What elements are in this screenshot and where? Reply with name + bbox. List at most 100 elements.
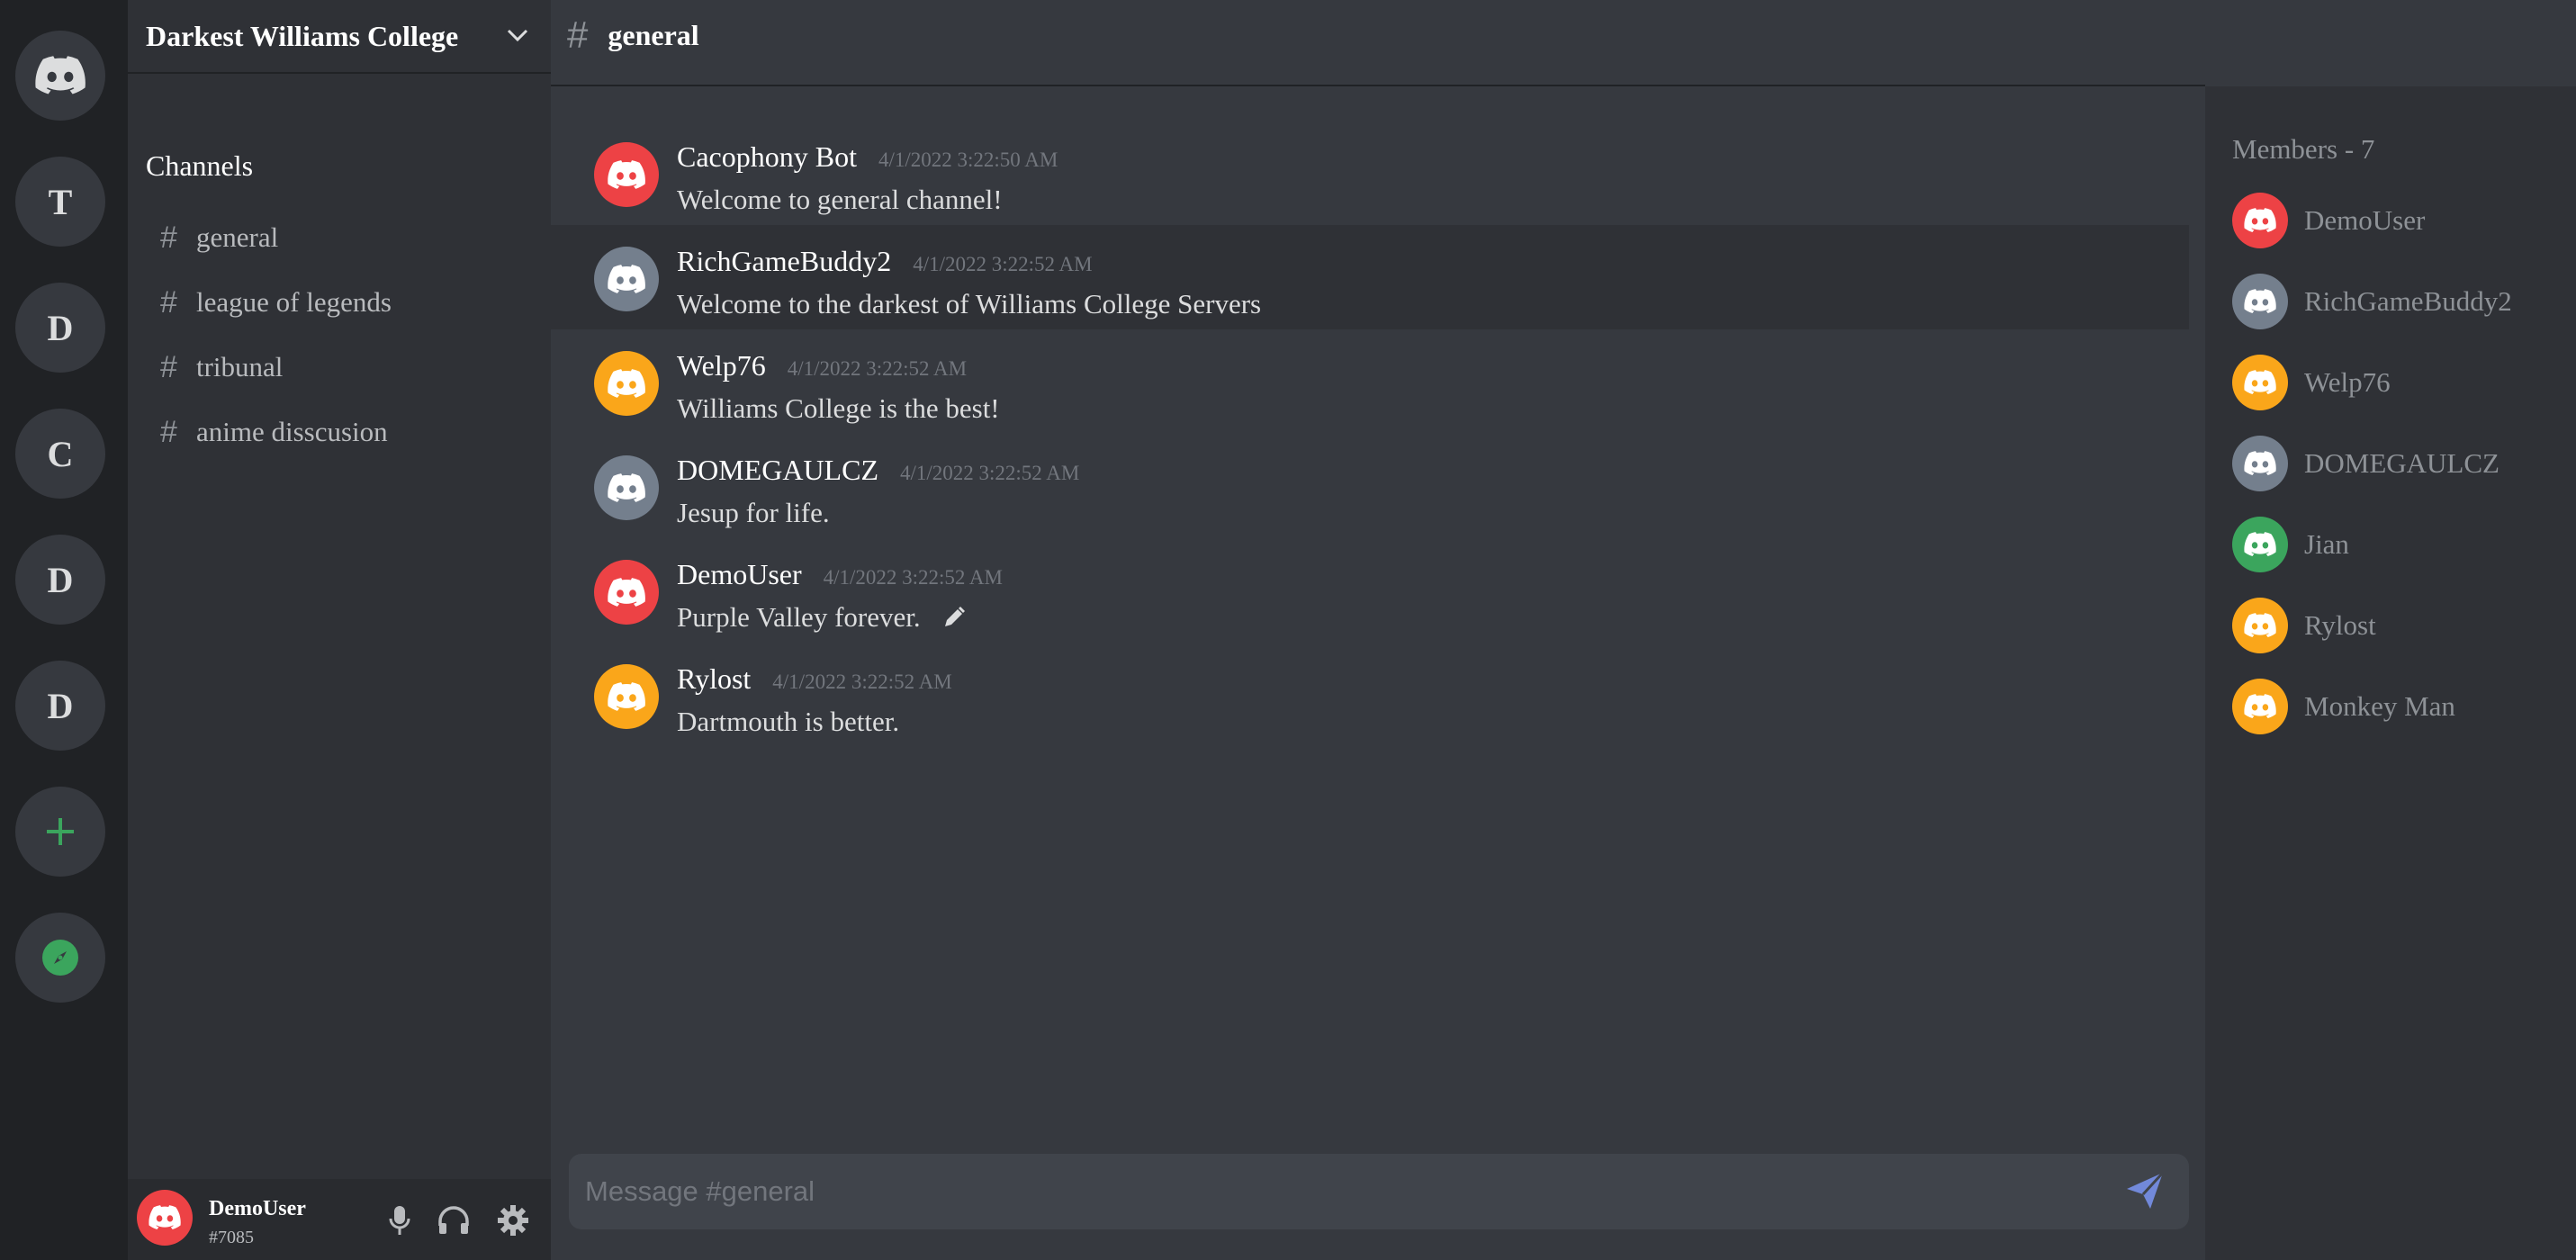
message-input[interactable] — [569, 1175, 2099, 1208]
server-letter: T — [48, 181, 73, 222]
member-name: Monkey Man — [2304, 690, 2455, 722]
message-row[interactable]: DemoUser 4/1/2022 3:22:52 AM Purple Valley… — [551, 538, 2189, 643]
microphone-icon — [389, 1205, 410, 1240]
message-header: DemoUser 4/1/2022 3:22:52 AM — [677, 558, 1003, 591]
plus-icon — [45, 816, 76, 847]
avatar[interactable] — [594, 351, 659, 416]
avatar — [2232, 193, 2288, 248]
member-item[interactable]: DOMEGAULCZ — [2232, 436, 2499, 491]
hash-icon: # — [160, 349, 177, 384]
message-text: Welcome to the darkest of Williams Colle… — [677, 288, 1262, 320]
member-name: RichGameBuddy2 — [2304, 285, 2512, 317]
avatar — [2232, 517, 2288, 572]
message-body: Purple Valley forever. — [677, 601, 966, 634]
message-text: Welcome to general channel! — [677, 184, 1003, 215]
message-author[interactable]: Cacophony Bot — [677, 140, 857, 174]
member-item[interactable]: DemoUser — [2232, 193, 2425, 248]
message-row[interactable]: Rylost 4/1/2022 3:22:52 AM Dartmouth is be… — [551, 643, 2189, 747]
member-name: Rylost — [2304, 609, 2376, 641]
member-name: DOMEGAULCZ — [2304, 447, 2499, 479]
add-server-button[interactable] — [15, 787, 105, 877]
hash-icon: # — [567, 14, 589, 56]
server-rail: T D C D D — [0, 0, 128, 1260]
compass-icon — [41, 939, 79, 976]
member-item[interactable]: Monkey Man — [2232, 679, 2455, 734]
message-author[interactable]: DOMEGAULCZ — [677, 454, 878, 487]
server-letter: D — [47, 307, 74, 348]
avatar[interactable] — [594, 664, 659, 729]
channel-label: anime disscusion — [196, 416, 388, 447]
message-timestamp: 4/1/2022 3:22:52 AM — [787, 357, 968, 380]
chat-area: # general Cacophony Bot 4/1/2022 3:22:50 … — [551, 0, 2205, 1260]
avatar[interactable] — [594, 142, 659, 207]
server-icon-2[interactable]: D — [15, 283, 105, 373]
channel-label: general — [196, 221, 279, 253]
gear-icon — [498, 1204, 528, 1240]
message-author[interactable]: Welp76 — [677, 349, 766, 382]
message-row[interactable]: Cacophony Bot 4/1/2022 3:22:50 AM Welcome … — [551, 121, 2189, 225]
headphones-icon — [437, 1205, 470, 1239]
hash-icon: # — [160, 284, 177, 320]
send-button[interactable] — [2124, 1171, 2166, 1215]
member-item[interactable]: RichGameBuddy2 — [2232, 274, 2512, 329]
message-body: Williams College is the best! — [677, 392, 1000, 425]
message-text: Jesup for life. — [677, 497, 830, 528]
message-composer — [569, 1154, 2189, 1229]
message-author[interactable]: Rylost — [677, 662, 751, 696]
avatar[interactable] — [137, 1190, 193, 1246]
member-name: Jian — [2304, 528, 2349, 560]
message-row[interactable]: Welp76 4/1/2022 3:22:52 AM Williams Colleg… — [551, 329, 2189, 434]
message-body: Welcome to general channel! — [677, 184, 1003, 216]
message-body: Welcome to the darkest of Williams Colle… — [677, 288, 1261, 320]
settings-button[interactable] — [495, 1204, 531, 1240]
channel-title: general — [608, 18, 699, 51]
avatar — [2232, 355, 2288, 410]
member-item[interactable]: Jian — [2232, 517, 2349, 572]
user-panel: DemoUser #7085 — [128, 1179, 551, 1260]
avatar — [2232, 679, 2288, 734]
server-letter: D — [47, 685, 74, 726]
channel-label: league of legends — [196, 286, 392, 318]
message-text: Dartmouth is better. — [677, 706, 900, 737]
message-body: Dartmouth is better. — [677, 706, 899, 738]
avatar — [2232, 436, 2288, 491]
server-icon-3[interactable]: C — [15, 409, 105, 499]
chevron-down-icon[interactable] — [504, 22, 531, 53]
member-item[interactable]: Welp76 — [2232, 355, 2391, 410]
avatar[interactable] — [594, 455, 659, 520]
server-icon-4[interactable]: D — [15, 535, 105, 625]
chat-header: # general — [551, 0, 2205, 86]
home-button[interactable] — [15, 31, 105, 121]
message-author[interactable]: RichGameBuddy2 — [677, 245, 891, 278]
member-name: DemoUser — [2304, 204, 2426, 236]
channel-item-anime-disscusion[interactable]: # anime disscusion — [146, 405, 533, 459]
avatar — [2232, 598, 2288, 653]
channel-sidebar: Darkest Williams College Channels # gene… — [128, 0, 551, 1260]
message-timestamp: 4/1/2022 3:22:52 AM — [823, 566, 1003, 589]
message-text: Purple Valley forever. — [677, 601, 921, 633]
send-icon — [2125, 1171, 2165, 1215]
server-header[interactable]: Darkest Williams College — [128, 0, 551, 74]
avatar[interactable] — [594, 560, 659, 625]
channel-item-general[interactable]: # general — [146, 211, 533, 265]
message-row[interactable]: RichGameBuddy2 4/1/2022 3:22:52 AM Welcome… — [551, 225, 2189, 329]
member-item[interactable]: Rylost — [2232, 598, 2376, 653]
discord-logo-icon — [35, 56, 86, 95]
message-header: RichGameBuddy2 4/1/2022 3:22:52 AM — [677, 245, 1093, 278]
message-timestamp: 4/1/2022 3:22:52 AM — [899, 462, 1080, 484]
pencil-icon[interactable] — [942, 606, 966, 629]
deafen-button[interactable] — [436, 1204, 472, 1240]
server-letter: D — [47, 559, 74, 600]
avatar[interactable] — [594, 247, 659, 311]
mute-button[interactable] — [382, 1204, 418, 1240]
explore-servers-button[interactable] — [15, 913, 105, 1003]
message-row[interactable]: DOMEGAULCZ 4/1/2022 3:22:52 AM Jesup for l… — [551, 434, 2189, 538]
channel-item-league-of-legends[interactable]: # league of legends — [146, 275, 533, 329]
hash-icon: # — [160, 414, 177, 449]
server-icon-5[interactable]: D — [15, 661, 105, 751]
message-author[interactable]: DemoUser — [677, 558, 802, 591]
hash-icon: # — [160, 220, 177, 255]
server-letter: C — [47, 433, 74, 474]
server-icon-1[interactable]: T — [15, 157, 105, 247]
channel-item-tribunal[interactable]: # tribunal — [146, 340, 533, 394]
